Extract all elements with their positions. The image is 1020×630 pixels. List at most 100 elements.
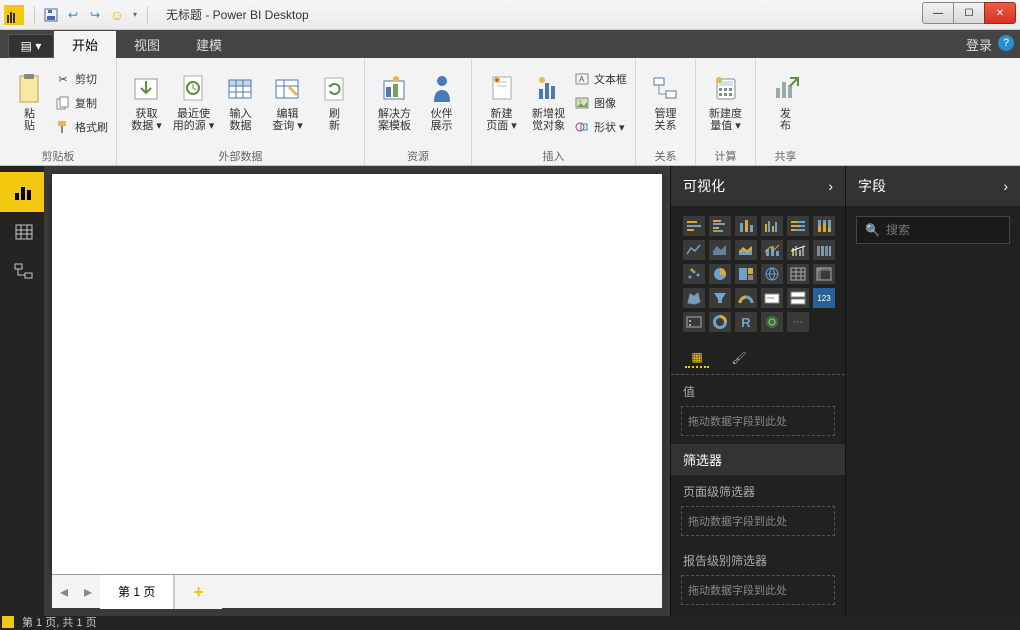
copy-icon: [55, 95, 71, 111]
new-page-button[interactable]: ★新建页面 ▾: [478, 71, 525, 136]
viz-stacked-column-icon[interactable]: [735, 216, 757, 236]
redo-icon[interactable]: ↪: [85, 5, 105, 25]
value-dropzone[interactable]: 拖动数据字段到此处: [681, 406, 835, 436]
report-canvas-area: ◂ ▸ 第 1 页 +: [44, 166, 670, 616]
search-icon: 🔍: [865, 223, 880, 237]
visualization-gallery: 123 R ⋯: [671, 206, 845, 342]
qat-menu-icon[interactable]: ▾: [129, 5, 141, 25]
viz-pie-icon[interactable]: [709, 264, 731, 284]
group-clipboard: 粘贴 ✂剪切 复制 格式刷 剪贴板: [0, 58, 117, 165]
page-tab-1[interactable]: 第 1 页: [100, 575, 174, 609]
page-filter-label: 页面级筛选器: [671, 475, 845, 504]
file-menu-button[interactable]: ▤ ▾: [8, 34, 54, 58]
page-next-button[interactable]: ▸: [76, 582, 100, 602]
scissors-icon: ✂: [55, 71, 71, 87]
partner-showcase-button[interactable]: 伙伴展示: [418, 71, 465, 136]
viz-multirow-card-icon[interactable]: [787, 288, 809, 308]
viz-more-icon[interactable]: ⋯: [787, 312, 809, 332]
viz-line-icon[interactable]: [683, 240, 705, 260]
tab-modeling[interactable]: 建模: [178, 31, 240, 58]
group-share: 发布 共享: [756, 58, 815, 165]
edit-queries-button[interactable]: 编辑查询 ▾: [264, 71, 311, 136]
viz-100-stacked-bar-icon[interactable]: [787, 216, 809, 236]
recent-sources-button[interactable]: 最近使用的源 ▾: [170, 71, 217, 136]
view-switcher: [0, 166, 44, 616]
svg-text:A: A: [579, 75, 585, 84]
get-data-button[interactable]: 获取数据 ▾: [123, 71, 170, 136]
fields-search[interactable]: 🔍: [856, 216, 1010, 244]
fields-tab-icon[interactable]: ▦: [685, 348, 709, 368]
shapes-button[interactable]: 形状 ▾: [572, 116, 629, 138]
report-filter-dropzone[interactable]: 拖动数据字段到此处: [681, 575, 835, 605]
viz-r-icon[interactable]: R: [735, 312, 757, 332]
solution-templates-button[interactable]: 解决方案模板: [371, 71, 418, 136]
add-page-button[interactable]: +: [174, 575, 222, 609]
minimize-button[interactable]: —: [922, 2, 954, 24]
viz-map-icon[interactable]: [761, 264, 783, 284]
viz-stacked-area-icon[interactable]: [735, 240, 757, 260]
copy-button[interactable]: 复制: [53, 92, 110, 114]
help-icon[interactable]: ?: [998, 35, 1014, 51]
report-page-canvas[interactable]: [52, 174, 662, 574]
viz-matrix-icon[interactable]: [813, 264, 835, 284]
refresh-button[interactable]: 刷新: [311, 71, 358, 136]
brush-icon: [55, 119, 71, 135]
group-resource: 解决方案模板 伙伴展示 资源: [365, 58, 472, 165]
paste-button[interactable]: 粘贴: [6, 71, 53, 136]
viz-combo-icon[interactable]: [761, 240, 783, 260]
save-icon[interactable]: [41, 5, 61, 25]
new-measure-button[interactable]: 新建度量值 ▾: [702, 71, 749, 136]
report-view-button[interactable]: [0, 172, 44, 212]
group-relations: 管理关系 关系: [636, 58, 696, 165]
viz-combo2-icon[interactable]: [787, 240, 809, 260]
visualizations-header[interactable]: 可视化›: [671, 166, 845, 206]
model-view-button[interactable]: [0, 252, 44, 292]
separator: [34, 6, 35, 24]
shapes-icon: [574, 119, 590, 135]
sign-in-link[interactable]: 登录: [966, 35, 992, 54]
viz-card-icon[interactable]: [761, 288, 783, 308]
manage-relations-button[interactable]: 管理关系: [642, 71, 689, 136]
format-tab-icon[interactable]: 🖌: [727, 348, 751, 368]
viz-area-icon[interactable]: [709, 240, 731, 260]
tab-view[interactable]: 视图: [116, 31, 178, 58]
tab-home[interactable]: 开始: [54, 31, 116, 58]
new-visual-button[interactable]: 新增视觉对象: [525, 71, 572, 136]
maximize-button[interactable]: ☐: [953, 2, 985, 24]
group-label: 剪贴板: [6, 146, 110, 164]
viz-arcgis-icon[interactable]: [761, 312, 783, 332]
viz-donut-icon[interactable]: [709, 312, 731, 332]
viz-kpi-icon[interactable]: 123: [813, 288, 835, 308]
viz-100-stacked-column-icon[interactable]: [813, 216, 835, 236]
viz-slicer-icon[interactable]: [683, 312, 705, 332]
viz-clustered-bar-icon[interactable]: [709, 216, 731, 236]
image-icon: [574, 95, 590, 111]
viz-stacked-bar-icon[interactable]: [683, 216, 705, 236]
undo-icon[interactable]: ↩: [63, 5, 83, 25]
image-button[interactable]: 图像: [572, 92, 629, 114]
viz-filled-map-icon[interactable]: [683, 288, 705, 308]
data-view-button[interactable]: [0, 212, 44, 252]
viz-property-tabs: ▦ 🖌: [671, 342, 845, 375]
quick-access-toolbar: ↩ ↪ ☺ ▾: [0, 5, 156, 25]
separator: [147, 6, 148, 24]
viz-gauge-icon[interactable]: [735, 288, 757, 308]
viz-treemap-icon[interactable]: [735, 264, 757, 284]
group-external-data: 获取数据 ▾ 最近使用的源 ▾ 输入数据 编辑查询 ▾ 刷新 外部数据: [117, 58, 365, 165]
smile-icon[interactable]: ☺: [107, 5, 127, 25]
viz-ribbon-icon[interactable]: [813, 240, 835, 260]
viz-scatter-icon[interactable]: [683, 264, 705, 284]
cut-button[interactable]: ✂剪切: [53, 68, 110, 90]
page-prev-button[interactable]: ◂: [52, 582, 76, 602]
textbox-button[interactable]: A文本框: [572, 68, 629, 90]
close-button[interactable]: ✕: [984, 2, 1016, 24]
publish-button[interactable]: 发布: [762, 71, 809, 136]
fields-search-input[interactable]: [886, 223, 1001, 237]
page-filter-dropzone[interactable]: 拖动数据字段到此处: [681, 506, 835, 536]
format-painter-button[interactable]: 格式刷: [53, 116, 110, 138]
viz-table-icon[interactable]: [787, 264, 809, 284]
fields-header[interactable]: 字段›: [846, 166, 1020, 206]
enter-data-button[interactable]: 输入数据: [217, 71, 264, 136]
viz-clustered-column-icon[interactable]: [761, 216, 783, 236]
viz-funnel-icon[interactable]: [709, 288, 731, 308]
